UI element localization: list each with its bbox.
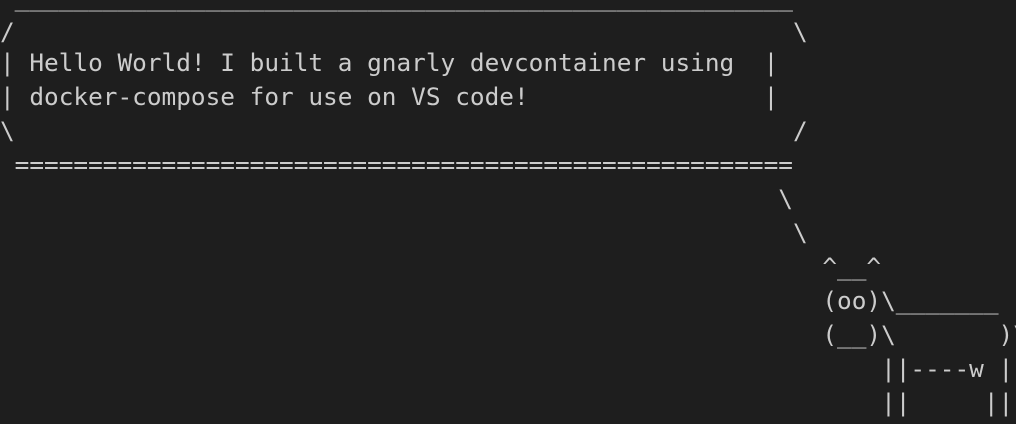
- speech-tail-line-2: \: [0, 218, 808, 247]
- speech-bubble-bottom-border: ========================================…: [0, 150, 793, 179]
- cow-eyes: (oo)\_______: [0, 286, 999, 315]
- speech-bubble-text-line-1: | Hello World! I built a gnarly devconta…: [0, 48, 779, 77]
- speech-bubble-lower-corners: \ /: [0, 116, 808, 145]
- speech-bubble-top-border: ________________________________________…: [0, 0, 793, 15]
- cow-legs-lower: || ||: [0, 388, 1014, 417]
- cow-ears: ^__^: [0, 252, 882, 281]
- speech-tail-line-1: \: [0, 184, 793, 213]
- speech-bubble-text-line-2: | docker-compose for use on VS code! |: [0, 82, 779, 111]
- cow-nose-body: (__)\ )\/\: [0, 320, 1016, 349]
- speech-bubble-upper-corners: / \: [0, 17, 808, 46]
- terminal-output[interactable]: ________________________________________…: [0, 0, 1016, 424]
- cow-legs-upper: ||----w |: [0, 354, 1014, 383]
